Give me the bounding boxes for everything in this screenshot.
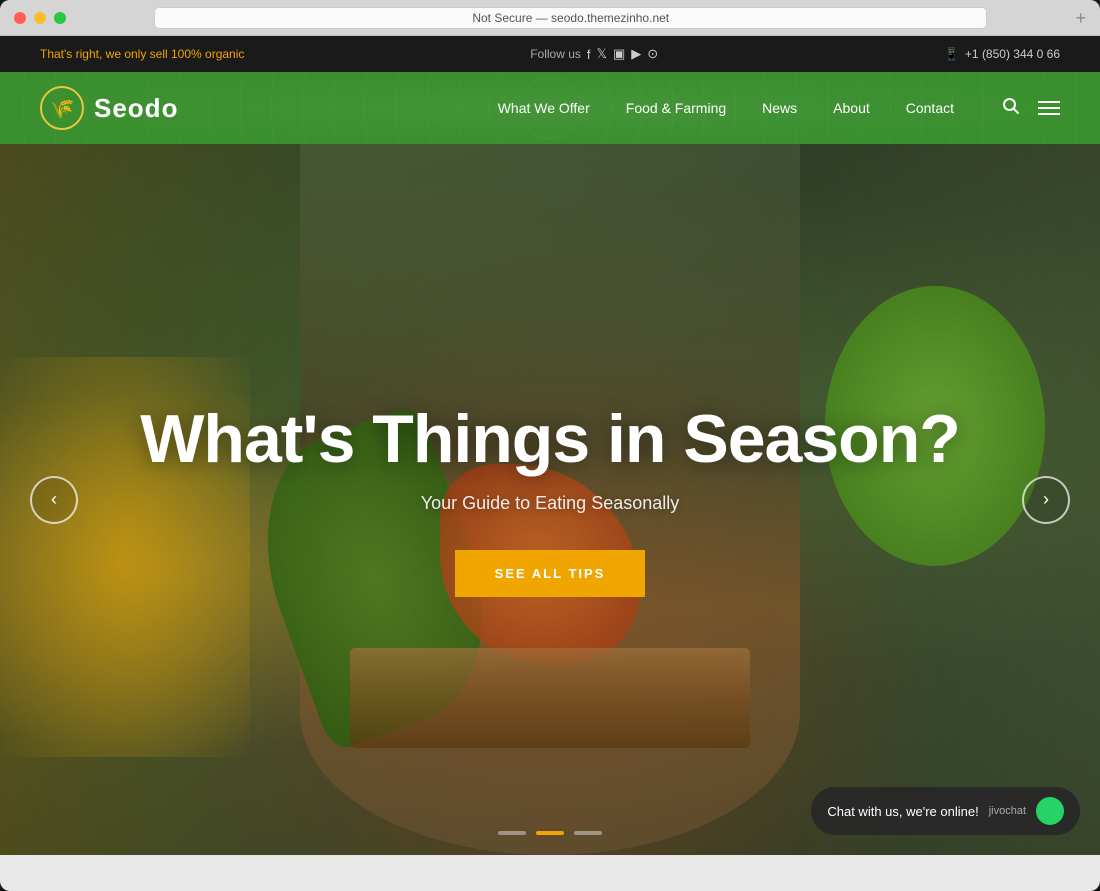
slider-next-button[interactable]: › bbox=[1022, 476, 1070, 524]
pinterest-icon[interactable]: ⊙ bbox=[647, 46, 658, 62]
nav-actions bbox=[1002, 97, 1060, 120]
chat-message: Chat with us, we're online! bbox=[827, 804, 978, 819]
nav-item-food-farming[interactable]: Food & Farming bbox=[608, 92, 744, 124]
youtube-icon[interactable]: ▶ bbox=[631, 46, 641, 62]
nav-item-about[interactable]: About bbox=[815, 92, 888, 124]
navbar: 🌾 Seodo What We Offer Food & Farming New… bbox=[0, 72, 1100, 144]
search-icon bbox=[1002, 97, 1020, 115]
browser-content: That's right, we only sell 100% organic … bbox=[0, 36, 1100, 891]
nav-links: What We Offer Food & Farming News About … bbox=[480, 92, 972, 124]
promo-text: That's right, we only sell 100% organic bbox=[40, 47, 244, 61]
nav-item-contact[interactable]: Contact bbox=[888, 92, 972, 124]
maximize-button[interactable] bbox=[54, 12, 66, 24]
nav-item-news[interactable]: News bbox=[744, 92, 815, 124]
twitter-icon[interactable]: 𝕏 bbox=[597, 46, 607, 62]
facebook-icon[interactable]: f bbox=[587, 47, 591, 62]
chevron-right-icon: › bbox=[1043, 489, 1049, 510]
phone-section: 📱 +1 (850) 344 0 66 bbox=[944, 47, 1060, 61]
minimize-button[interactable] bbox=[34, 12, 46, 24]
close-button[interactable] bbox=[14, 12, 26, 24]
hero-cta-button[interactable]: SEE ALL TIPS bbox=[455, 550, 646, 597]
logo-link[interactable]: 🌾 Seodo bbox=[40, 86, 178, 130]
follow-label: Follow us bbox=[530, 47, 581, 61]
phone-icon: 📱 bbox=[944, 47, 959, 61]
hamburger-menu[interactable] bbox=[1038, 101, 1060, 115]
slider-dot-3[interactable] bbox=[574, 831, 602, 835]
hero-subtitle: Your Guide to Eating Seasonally bbox=[421, 493, 680, 514]
chat-status-icon bbox=[1036, 797, 1064, 825]
nav-item-what-we-offer[interactable]: What We Offer bbox=[480, 92, 608, 124]
logo-text: Seodo bbox=[94, 93, 178, 124]
logo-icon: 🌾 bbox=[40, 86, 84, 130]
wheat-icon: 🌾 bbox=[50, 96, 75, 121]
url-text: Not Secure — seodo.themezinho.net bbox=[472, 11, 669, 25]
slider-dot-1[interactable] bbox=[498, 831, 526, 835]
social-icons: f 𝕏 ▣ ▶ ⊙ bbox=[587, 46, 658, 62]
chat-widget[interactable]: Chat with us, we're online! jivochat bbox=[811, 787, 1080, 835]
hero-title: What's Things in Season? bbox=[140, 402, 960, 477]
mac-titlebar: Not Secure — seodo.themezinho.net + bbox=[0, 0, 1100, 36]
instagram-icon[interactable]: ▣ bbox=[613, 46, 625, 62]
top-bar: That's right, we only sell 100% organic … bbox=[0, 36, 1100, 72]
phone-number: +1 (850) 344 0 66 bbox=[965, 47, 1060, 61]
new-tab-button[interactable]: + bbox=[1075, 9, 1086, 27]
hero-section: ‹ What's Things in Season? Your Guide to… bbox=[0, 144, 1100, 855]
slider-dots bbox=[498, 831, 602, 835]
social-section: Follow us f 𝕏 ▣ ▶ ⊙ bbox=[530, 46, 658, 62]
hero-content: What's Things in Season? Your Guide to E… bbox=[0, 144, 1100, 855]
address-bar[interactable]: Not Secure — seodo.themezinho.net bbox=[154, 7, 987, 29]
chat-brand: jivochat bbox=[989, 805, 1026, 817]
slider-dot-2[interactable] bbox=[536, 831, 564, 835]
search-button[interactable] bbox=[1002, 97, 1020, 120]
mac-window: Not Secure — seodo.themezinho.net + That… bbox=[0, 0, 1100, 891]
